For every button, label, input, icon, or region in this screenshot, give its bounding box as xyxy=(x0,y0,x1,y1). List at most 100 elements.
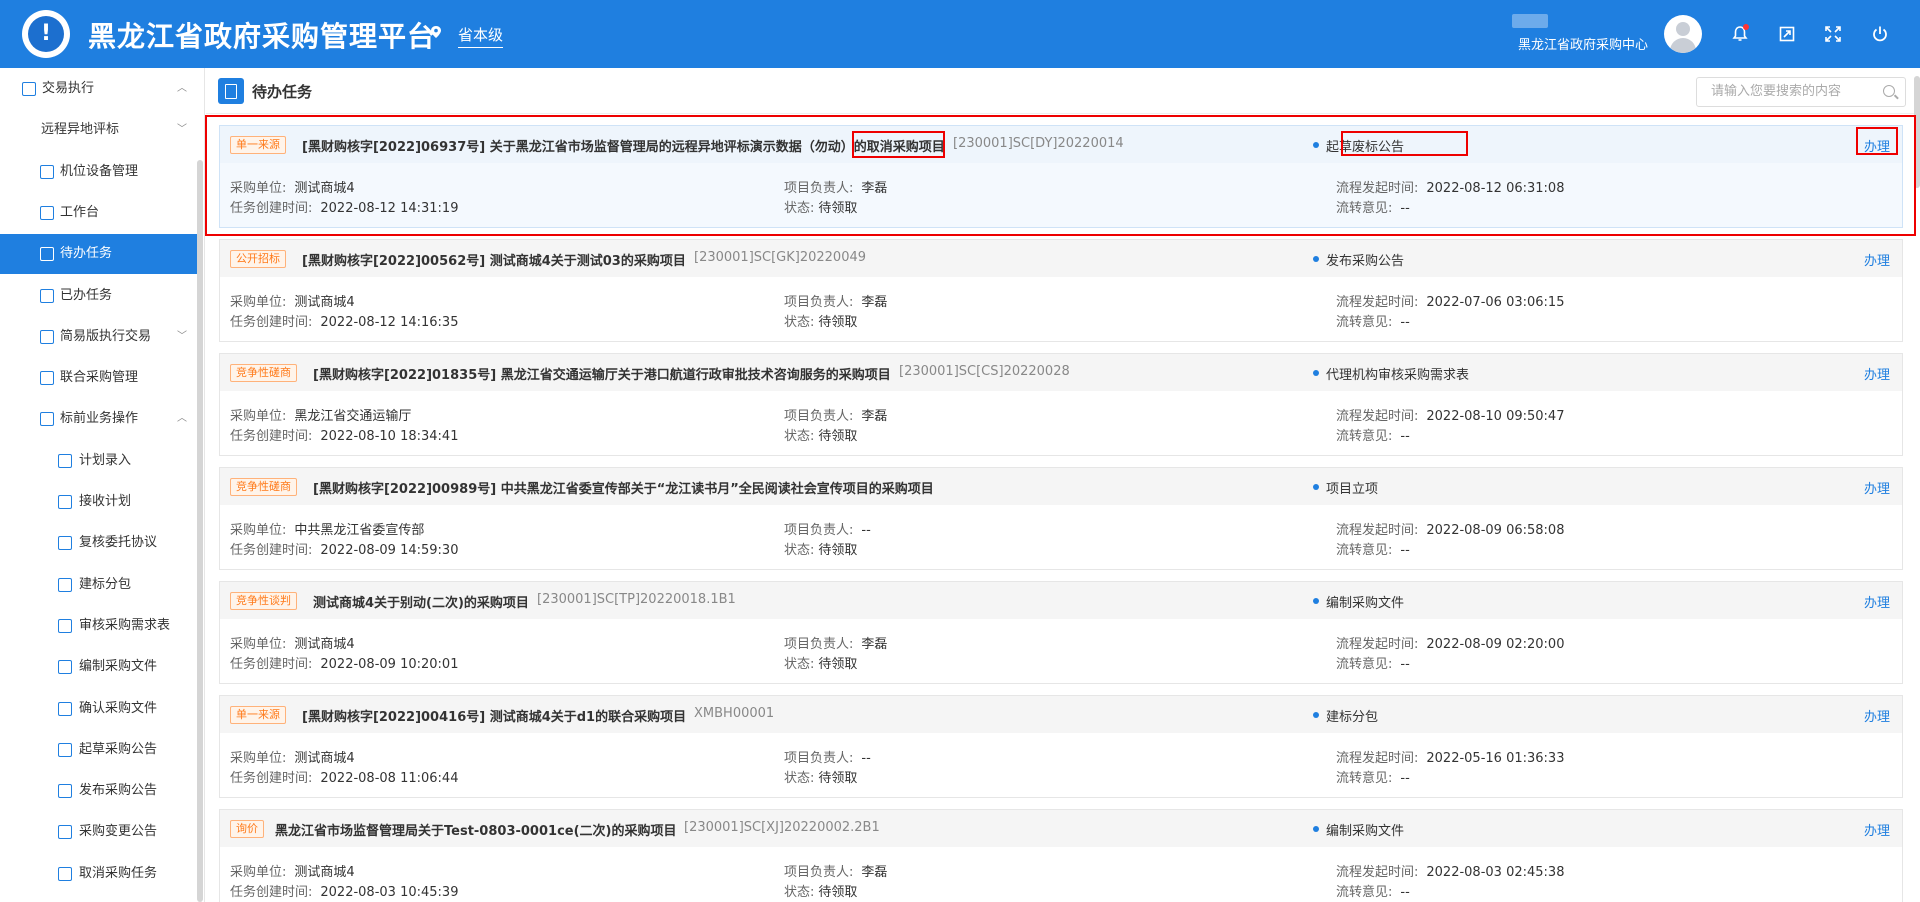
sidebar-item-label: 发布采购公告 xyxy=(79,783,158,799)
created-time-field: 任务创建时间: 2022-08-10 18:34:41 xyxy=(230,425,458,444)
field-value: -- xyxy=(1400,885,1410,900)
field-value: 待领取 xyxy=(818,657,858,672)
fullscreen-icon[interactable] xyxy=(1823,24,1843,44)
sidebar-scrollbar[interactable] xyxy=(197,160,203,902)
task-card[interactable]: 竞争性谈判 测试商城4关于别动(二次)的采购项目 [230001]SC[TP]202… xyxy=(219,581,1903,684)
sidebar-item[interactable]: 计划录入 xyxy=(0,441,197,481)
purchaser-field: 采购单位: 测试商城4 xyxy=(230,861,355,880)
handle-button[interactable]: 办理 xyxy=(1864,478,1890,497)
region-selector[interactable]: 省本级 xyxy=(458,24,504,48)
task-title[interactable]: [黑财购核字[2022]00416号] 测试商城4关于d1的联合采购项目 xyxy=(302,706,686,725)
avatar[interactable] xyxy=(1664,15,1702,53)
task-card-header: 竞争性磋商 [黑财购核字[2022]01835号] 黑龙江省交通运输厅关于港口航道… xyxy=(220,354,1902,391)
sidebar-item[interactable]: 取消采购任务 xyxy=(0,854,197,894)
task-title[interactable]: [黑财购核字[2022]01835号] 黑龙江省交通运输厅关于港口航道行政审批技… xyxy=(313,364,891,383)
joint-icon xyxy=(40,371,54,386)
field-value: -- xyxy=(1400,771,1410,786)
project-code: XMBH00001 xyxy=(694,706,775,721)
sidebar-item[interactable]: 工作台 xyxy=(0,193,197,233)
handle-button[interactable]: 办理 xyxy=(1864,364,1890,383)
field-label: 任务创建时间: xyxy=(230,657,313,672)
sidebar-item[interactable]: 发布采购公告 xyxy=(0,771,197,811)
user-name-redacted xyxy=(1512,14,1548,28)
chevron-icon[interactable]: ﹀ xyxy=(177,110,187,150)
sidebar-item[interactable]: 采购变更公告 xyxy=(0,812,197,852)
sidebar-item[interactable]: 待办任务 xyxy=(0,234,197,275)
search-placeholder: 请输入您要搜索的内容 xyxy=(1711,84,1842,99)
sidebar-item[interactable]: 复核委托协议 xyxy=(0,523,197,563)
field-value: -- xyxy=(1400,429,1410,444)
bell-icon[interactable] xyxy=(1730,24,1750,44)
chevron-icon[interactable]: ︿ xyxy=(177,69,187,109)
transaction-icon xyxy=(22,82,36,96)
handle-button[interactable]: 办理 xyxy=(1864,820,1890,839)
search-icon[interactable] xyxy=(1883,85,1895,97)
handle-button[interactable]: 办理 xyxy=(1864,592,1890,611)
field-label: 流转意见: xyxy=(1336,885,1393,900)
task-card[interactable]: 公开招标 [黑财购核字[2022]00562号] 测试商城4关于测试03的采购项目… xyxy=(219,239,1903,342)
manager-field: 项目负责人: 李磊 xyxy=(784,291,887,310)
created-time-field: 任务创建时间: 2022-08-03 10:45:39 xyxy=(230,881,458,900)
field-label: 状态: xyxy=(784,771,815,786)
power-icon[interactable] xyxy=(1870,24,1890,44)
field-value: 待领取 xyxy=(818,315,858,330)
sidebar-item[interactable]: 审核采购需求表 xyxy=(0,606,197,646)
sidebar-item[interactable]: 标前业务操作 ︿ xyxy=(0,399,197,439)
field-value: 测试商城4 xyxy=(294,637,355,652)
field-label: 状态: xyxy=(784,885,815,900)
chevron-icon[interactable]: ︿ xyxy=(177,399,187,439)
task-card[interactable]: 竞争性磋商 [黑财购核字[2022]01835号] 黑龙江省交通运输厅关于港口航道… xyxy=(219,353,1903,456)
manager-field: 项目负责人: 李磊 xyxy=(784,405,887,424)
procurement-method-badge: 公开招标 xyxy=(230,250,286,268)
field-label: 流程发起时间: xyxy=(1336,409,1419,424)
chevron-icon[interactable]: ﹀ xyxy=(177,317,187,357)
task-card[interactable]: 询价 黑龙江省市场监督管理局关于Test-0803-0001ce(二次)的采购项目… xyxy=(219,809,1903,902)
sidebar-item[interactable]: 机位设备管理 xyxy=(0,152,197,192)
sidebar-item[interactable]: 联合采购管理 xyxy=(0,358,197,398)
task-title[interactable]: [黑财购核字[2022]00989号] 中共黑龙江省委宣传部关于“龙江读书月”全… xyxy=(313,478,934,497)
sidebar-item[interactable]: 已办任务 xyxy=(0,276,197,316)
task-card-header: 竞争性谈判 测试商城4关于别动(二次)的采购项目 [230001]SC[TP]202… xyxy=(220,582,1902,619)
task-card-header: 竞争性磋商 [黑财购核字[2022]00989号] 中共黑龙江省委宣传部关于“龙江… xyxy=(220,468,1902,505)
field-value: 待领取 xyxy=(818,543,858,558)
task-stage: 编制采购文件 xyxy=(1312,592,1404,611)
sidebar-item-label: 机位设备管理 xyxy=(60,163,139,179)
procurement-method-badge: 竞争性谈判 xyxy=(230,592,297,610)
sidebar-item[interactable]: 编制采购文件 xyxy=(0,647,197,687)
project-code: [230001]SC[GK]20220049 xyxy=(694,250,867,265)
field-value: 测试商城4 xyxy=(294,865,355,880)
sidebar-item[interactable]: 远程异地评标 ﹀ xyxy=(0,110,197,150)
handle-button[interactable]: 办理 xyxy=(1864,706,1890,725)
task-title[interactable]: 黑龙江省市场监督管理局关于Test-0803-0001ce(二次)的采购项目 xyxy=(275,820,676,839)
field-label: 状态: xyxy=(784,657,815,672)
search-input[interactable]: 请输入您要搜索的内容 xyxy=(1696,77,1906,107)
flow-note-field: 流转意见: -- xyxy=(1336,767,1410,786)
sidebar-item[interactable]: 接收计划 xyxy=(0,482,197,522)
task-title[interactable]: 测试商城4关于别动(二次)的采购项目 xyxy=(313,592,529,611)
sidebar-item[interactable]: 起草采购公告 xyxy=(0,730,197,770)
device-icon xyxy=(40,164,54,179)
task-title[interactable]: [黑财购核字[2022]00562号] 测试商城4关于测试03的采购项目 xyxy=(302,250,686,269)
field-value: 2022-08-09 06:58:08 xyxy=(1426,523,1565,538)
task-card[interactable]: 竞争性磋商 [黑财购核字[2022]00989号] 中共黑龙江省委宣传部关于“龙江… xyxy=(219,467,1903,570)
sidebar-item[interactable]: 简易版执行交易 ﹀ xyxy=(0,317,197,357)
purchaser-field: 采购单位: 测试商城4 xyxy=(230,747,355,766)
status-field: 状态: 待领取 xyxy=(784,311,857,330)
field-value: 李磊 xyxy=(861,409,888,424)
field-label: 项目负责人: xyxy=(784,751,854,766)
project-code: [230001]SC[XJ]20220002.2B1 xyxy=(684,820,880,835)
task-list: 单一来源 [黑财购核字[2022]06937号] 关于黑龙江省市场监督管理局的远程… xyxy=(219,125,1903,902)
purchaser-field: 采购单位: 中共黑龙江省委宣传部 xyxy=(230,519,424,538)
flow-note-field: 流转意见: -- xyxy=(1336,881,1410,900)
sidebar-item[interactable]: 建标分包 xyxy=(0,565,197,605)
sidebar-item[interactable]: 确认采购文件 xyxy=(0,689,197,729)
task-card[interactable]: 单一来源 [黑财购核字[2022]00416号] 测试商城4关于d1的联合采购项目… xyxy=(219,695,1903,798)
sidebar-item[interactable]: 交易执行 ︿ xyxy=(0,69,197,109)
draft-icon xyxy=(58,742,72,757)
handle-button[interactable]: 办理 xyxy=(1864,250,1890,269)
export-icon[interactable] xyxy=(1777,24,1797,44)
page-title: 待办任务 xyxy=(252,83,313,101)
sidebar-item-label: 取消采购任务 xyxy=(79,865,158,881)
task-card-header: 询价 黑龙江省市场监督管理局关于Test-0803-0001ce(二次)的采购项目… xyxy=(220,810,1902,847)
flow-note-field: 流转意见: -- xyxy=(1336,539,1410,558)
